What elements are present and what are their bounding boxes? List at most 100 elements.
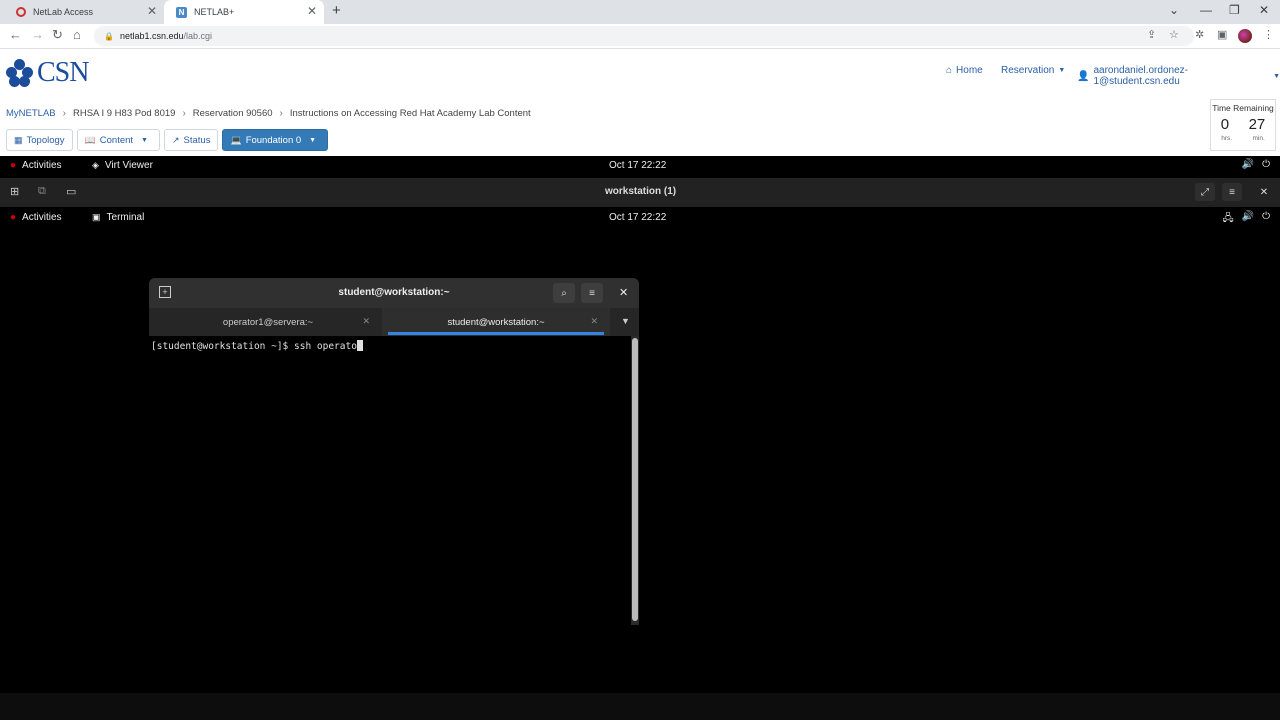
- terminal-output[interactable]: [student@workstation ~]$ ssh operato: [149, 336, 631, 625]
- reload-icon[interactable]: ↻: [52, 27, 63, 43]
- inner-clock[interactable]: Oct 17 22:22: [609, 212, 666, 223]
- nav-user[interactable]: 👤 aarondaniel.ordonez-1@student.csn.edu …: [1077, 65, 1280, 87]
- hamburger-menu-icon[interactable]: ≡: [1222, 183, 1242, 201]
- time-remaining-widget: Time Remaining 0 27 hrs. min.: [1210, 99, 1276, 151]
- hours-value: 0: [1220, 116, 1230, 133]
- display-icon[interactable]: ▭: [66, 185, 76, 198]
- close-icon[interactable]: ✕: [619, 286, 628, 299]
- terminal-scrollbar[interactable]: [631, 336, 639, 625]
- caret-down-icon: ▼: [309, 136, 317, 144]
- search-icon[interactable]: ⌕: [553, 283, 575, 303]
- breadcrumb-pod[interactable]: RHSA I 9 H83 Pod 8019: [73, 108, 175, 119]
- browser-tab-strip: NetLab Access ✕ N NETLAB+ ✕ + ⌄ — ❐ ✕: [0, 0, 1280, 24]
- close-icon[interactable]: ✕: [307, 4, 317, 18]
- netlabplus-favicon-icon: N: [176, 6, 187, 18]
- hours-unit: hrs.: [1221, 135, 1233, 142]
- foundation-button[interactable]: 💻 Foundation 0 ▼: [222, 129, 329, 151]
- volume-icon: 🔊: [1241, 211, 1255, 222]
- topology-button[interactable]: ▦ Topology: [6, 129, 73, 151]
- minutes-value: 27: [1248, 116, 1266, 133]
- netlab-page: CSN ⌂ Home Reservation ▼ 👤 aarondaniel.o…: [0, 48, 1280, 156]
- new-tab-icon[interactable]: +: [332, 2, 341, 19]
- scrollbar-thumb[interactable]: [632, 338, 638, 621]
- inner-app-menu[interactable]: ▣ Terminal: [92, 212, 144, 223]
- status-label: Status: [183, 134, 211, 146]
- breadcrumb-current: Instructions on Accessing Red Hat Academ…: [289, 108, 531, 119]
- terminal-window[interactable]: + student@workstation:~ ⌕ ≡ ✕ operator1@…: [149, 278, 639, 625]
- home-icon: ⌂: [946, 65, 953, 76]
- restore-icon[interactable]: ❐: [1229, 3, 1240, 17]
- outer-activities-button[interactable]: ● Activities: [10, 160, 62, 171]
- csn-logo[interactable]: CSN: [6, 57, 89, 89]
- laptop-icon: 💻: [230, 134, 242, 145]
- caret-down-icon: ▼: [141, 136, 148, 144]
- csn-logo-mark-icon: [6, 59, 34, 87]
- tab-list-dropdown-icon[interactable]: ▼: [621, 316, 630, 326]
- picture-icon: ▦: [14, 134, 23, 145]
- tab-search-chevron-icon[interactable]: ⌄: [1169, 3, 1179, 17]
- bookmark-star-icon[interactable]: ☆: [1169, 28, 1179, 41]
- inner-system-tray[interactable]: 🖧 🔊 ⏻: [1222, 211, 1270, 228]
- back-arrow-icon[interactable]: ←: [9, 27, 22, 42]
- activities-label: Activities: [22, 160, 62, 171]
- browser-tab-title: NetLab Access: [33, 7, 94, 17]
- browser-tab-netlab-plus[interactable]: N NETLAB+ ✕: [164, 0, 324, 24]
- close-icon[interactable]: ✕: [362, 316, 370, 327]
- breadcrumb-reservation[interactable]: Reservation 90560: [193, 108, 273, 119]
- breadcrumb-mynetlab[interactable]: MyNETLAB: [6, 108, 56, 119]
- time-remaining-label: Time Remaining: [1212, 103, 1274, 113]
- foundation-label: Foundation 0: [245, 134, 302, 146]
- close-icon[interactable]: ✕: [147, 4, 157, 18]
- share-icon[interactable]: ⇪: [1147, 28, 1156, 41]
- virt-viewer-title: workstation (1): [605, 186, 677, 197]
- netlab-favicon-icon: [16, 7, 26, 17]
- power-icon: ⏻: [1262, 159, 1270, 170]
- nav-reservation[interactable]: Reservation ▼: [1001, 65, 1065, 76]
- app-label: Terminal: [106, 212, 145, 223]
- terminal-tab-operator1[interactable]: operator1@servera:~ ✕: [154, 308, 382, 336]
- close-icon[interactable]: ✕: [590, 316, 598, 327]
- hamburger-menu-icon[interactable]: ≡: [581, 283, 603, 303]
- outer-system-tray[interactable]: 🔊 ⏻: [1242, 159, 1270, 170]
- book-icon: 📖: [84, 134, 96, 145]
- bottom-strip: [0, 693, 1280, 720]
- virt-viewer-header: ⊞ ⧉ ▭ workstation (1) ⤢ ≡ ✕: [0, 178, 1280, 207]
- url-path: /lab.cgi: [183, 31, 213, 41]
- terminal-tab-student[interactable]: student@workstation:~ ✕: [382, 308, 610, 336]
- inner-activities-button[interactable]: ● Activities: [10, 212, 62, 223]
- terminal-header-bar[interactable]: + student@workstation:~ ⌕ ≡ ✕: [149, 278, 639, 308]
- network-icon: 🖧: [1222, 213, 1234, 224]
- topology-label: Topology: [26, 134, 65, 146]
- power-icon: ⏻: [1262, 211, 1270, 222]
- terminal-icon: ▣: [92, 212, 101, 222]
- redhat-icon: ●: [10, 160, 17, 171]
- terminal-tab-label: student@workstation:~: [447, 316, 545, 328]
- browser-tab-netlab-access[interactable]: NetLab Access ✕: [4, 0, 164, 24]
- browser-menu-icon[interactable]: ⋮: [1263, 28, 1274, 41]
- window-close-icon[interactable]: ✕: [1259, 3, 1269, 17]
- minimize-icon[interactable]: —: [1200, 3, 1212, 17]
- profile-avatar[interactable]: [1238, 29, 1252, 43]
- outer-clock[interactable]: Oct 17 22:22: [609, 160, 666, 171]
- caret-down-icon: ▼: [1273, 72, 1280, 80]
- address-bar[interactable]: 🔒 netlab1.csn.edu/lab.cgi: [94, 26, 1194, 46]
- send-key-icon[interactable]: ⊞: [10, 185, 19, 198]
- fullscreen-icon[interactable]: ⤢: [1195, 183, 1215, 201]
- minutes-unit: min.: [1252, 135, 1265, 142]
- status-button[interactable]: ↗ Status: [163, 129, 219, 151]
- content-label: Content: [99, 134, 134, 146]
- home-icon[interactable]: ⌂: [73, 27, 81, 42]
- usb-icon[interactable]: ⧉: [38, 185, 46, 198]
- extensions-puzzle-icon[interactable]: ✲: [1195, 28, 1204, 41]
- close-icon[interactable]: ✕: [1254, 183, 1274, 201]
- content-button[interactable]: 📖 Content ▼: [76, 129, 160, 151]
- nav-home[interactable]: ⌂ Home: [946, 65, 983, 76]
- app-label: Virt Viewer: [104, 160, 153, 171]
- user-icon: 👤: [1077, 70, 1090, 82]
- outer-app-menu[interactable]: ◈ Virt Viewer: [92, 160, 153, 171]
- shell-prompt: [student@workstation ~]$: [151, 341, 294, 352]
- text-cursor: [356, 340, 363, 351]
- forward-arrow-icon[interactable]: →: [31, 27, 44, 42]
- side-panel-icon[interactable]: ▣: [1217, 28, 1227, 41]
- terminal-tab-bar: operator1@servera:~ ✕ student@workstatio…: [149, 308, 639, 336]
